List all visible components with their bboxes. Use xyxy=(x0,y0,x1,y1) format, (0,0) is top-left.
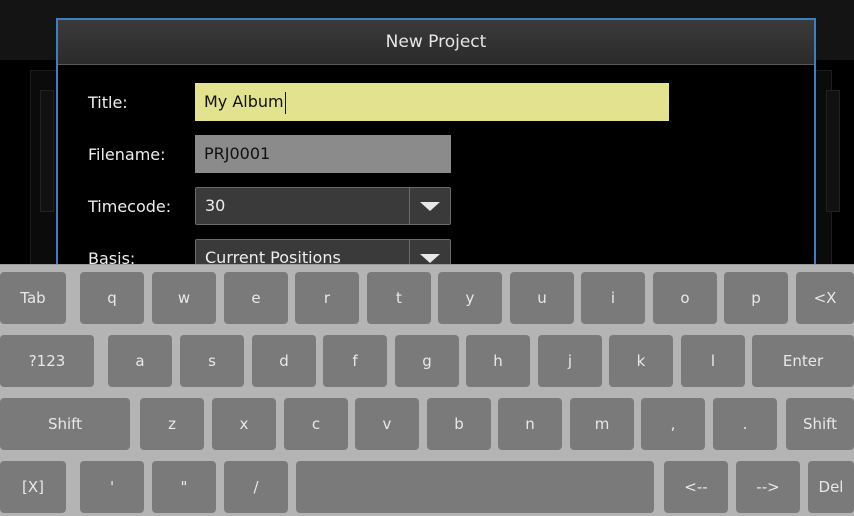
key-f[interactable]: f xyxy=(323,335,387,387)
key-w[interactable]: w xyxy=(152,272,216,324)
new-project-dialog: New Project Title: My Album Filename: PR… xyxy=(56,18,816,268)
key-period[interactable]: . xyxy=(713,398,777,450)
filename-label: Filename: xyxy=(88,144,166,164)
space-bar[interactable] xyxy=(296,461,654,513)
key-k[interactable]: k xyxy=(609,335,673,387)
cursor-left-key[interactable]: <-- xyxy=(664,461,728,513)
filename-row: Filename: PRJ0001 xyxy=(88,134,451,174)
key-d[interactable]: d xyxy=(252,335,316,387)
shift-key-right[interactable]: Shift xyxy=(786,398,854,450)
key-v[interactable]: v xyxy=(355,398,419,450)
key-c[interactable]: c xyxy=(284,398,348,450)
key-b[interactable]: b xyxy=(427,398,491,450)
key-a[interactable]: a xyxy=(108,335,172,387)
key-t[interactable]: t xyxy=(367,272,431,324)
key-symbols[interactable]: ?123 xyxy=(0,335,94,387)
key-r[interactable]: r xyxy=(295,272,359,324)
key-i[interactable]: i xyxy=(581,272,645,324)
timecode-value: 30 xyxy=(205,196,226,215)
cursor-right-key[interactable]: --> xyxy=(736,461,800,513)
key-u[interactable]: u xyxy=(510,272,574,324)
key-double-quote[interactable]: " xyxy=(152,461,216,513)
filename-input[interactable]: PRJ0001 xyxy=(195,135,451,173)
key-e[interactable]: e xyxy=(224,272,288,324)
key-o[interactable]: o xyxy=(653,272,717,324)
key-y[interactable]: y xyxy=(438,272,502,324)
close-keyboard-key[interactable]: [X] xyxy=(0,461,66,513)
on-screen-keyboard: Tab q w e r t y u i o p <X ?123 a s d f … xyxy=(0,264,854,516)
timecode-select[interactable]: 30 xyxy=(195,187,451,225)
key-g[interactable]: g xyxy=(395,335,459,387)
text-caret xyxy=(284,91,286,114)
key-apostrophe[interactable]: ' xyxy=(80,461,144,513)
chevron-down-icon xyxy=(420,253,440,263)
delete-key[interactable]: Del xyxy=(808,461,854,513)
timecode-label: Timecode: xyxy=(88,196,172,216)
title-label: Title: xyxy=(88,92,128,112)
key-x[interactable]: x xyxy=(212,398,276,450)
key-z[interactable]: z xyxy=(140,398,204,450)
timecode-dropdown-button[interactable] xyxy=(409,188,450,224)
background-column xyxy=(826,90,840,212)
key-l[interactable]: l xyxy=(681,335,745,387)
title-input-value: My Album xyxy=(204,92,284,111)
key-comma[interactable]: , xyxy=(641,398,705,450)
key-j[interactable]: j xyxy=(538,335,602,387)
background-column xyxy=(40,90,54,212)
dialog-title: New Project xyxy=(58,20,814,65)
key-h[interactable]: h xyxy=(466,335,530,387)
key-p[interactable]: p xyxy=(724,272,788,324)
key-tab[interactable]: Tab xyxy=(0,272,66,324)
enter-key[interactable]: Enter xyxy=(752,335,854,387)
timecode-row: Timecode: 30 xyxy=(88,186,451,226)
backspace-key[interactable]: <X xyxy=(796,272,854,324)
key-n[interactable]: n xyxy=(498,398,562,450)
key-slash[interactable]: / xyxy=(224,461,288,513)
key-m[interactable]: m xyxy=(570,398,634,450)
key-q[interactable]: q xyxy=(80,272,144,324)
shift-key-left[interactable]: Shift xyxy=(0,398,130,450)
chevron-down-icon xyxy=(420,201,440,211)
key-s[interactable]: s xyxy=(180,335,244,387)
title-row: Title: My Album xyxy=(88,82,669,122)
title-input[interactable]: My Album xyxy=(195,83,669,121)
